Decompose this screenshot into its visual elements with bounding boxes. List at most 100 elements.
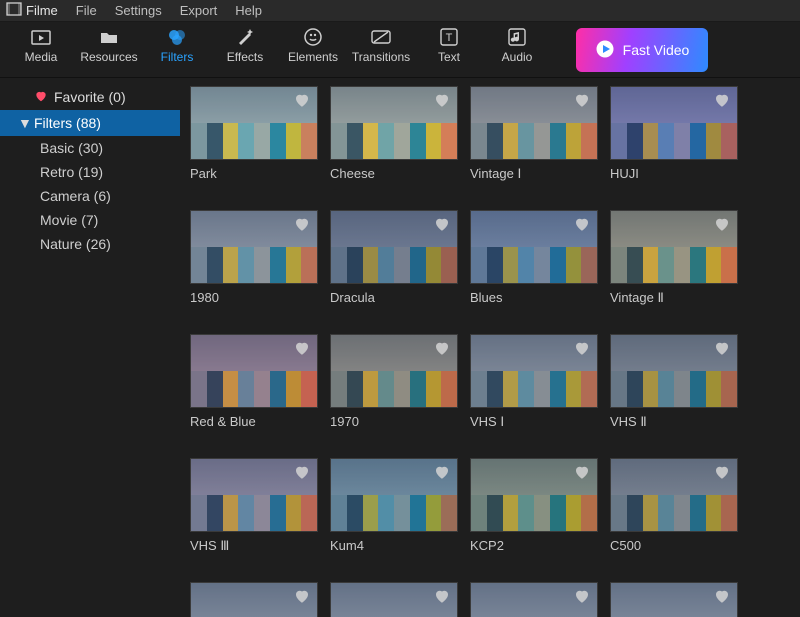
filter-label: Park <box>190 166 318 181</box>
filter-thumbnail[interactable] <box>190 86 318 160</box>
filter-item[interactable]: Park <box>190 86 318 182</box>
filter-label: HUJI <box>610 166 738 181</box>
text-icon: T <box>438 26 460 48</box>
filter-thumbnail[interactable] <box>610 334 738 408</box>
tab-effects-label: Effects <box>227 50 263 64</box>
filter-thumbnail[interactable] <box>470 458 598 532</box>
filter-thumbnail[interactable] <box>610 86 738 160</box>
tab-transitions[interactable]: Transitions <box>348 26 414 76</box>
favorite-heart-icon[interactable] <box>433 339 451 357</box>
filter-thumbnail[interactable] <box>470 582 598 617</box>
filter-thumbnail[interactable] <box>190 458 318 532</box>
filter-thumbnail[interactable] <box>330 458 458 532</box>
sidebar-sub-camera[interactable]: Camera (6) <box>0 184 180 208</box>
menu-file[interactable]: File <box>76 3 97 18</box>
favorite-heart-icon[interactable] <box>573 587 591 605</box>
sidebar-item-filters[interactable]: ▼ Filters (88) <box>0 110 180 136</box>
favorite-heart-icon[interactable] <box>433 91 451 109</box>
effects-icon <box>234 26 256 48</box>
filter-item[interactable]: VHS Ⅰ <box>470 334 598 430</box>
filter-thumbnail[interactable] <box>330 210 458 284</box>
filter-thumbnail[interactable] <box>470 210 598 284</box>
favorite-heart-icon[interactable] <box>293 463 311 481</box>
menu-help[interactable]: Help <box>235 3 262 18</box>
favorite-heart-icon[interactable] <box>573 91 591 109</box>
filter-item[interactable] <box>190 582 318 617</box>
tab-effects[interactable]: Effects <box>212 26 278 76</box>
tab-media[interactable]: Media <box>8 26 74 76</box>
favorite-heart-icon[interactable] <box>573 215 591 233</box>
favorite-heart-icon[interactable] <box>293 215 311 233</box>
tab-filters[interactable]: Filters <box>144 26 210 76</box>
favorite-heart-icon[interactable] <box>433 587 451 605</box>
filter-item[interactable]: Kum4 <box>330 458 458 554</box>
fast-video-label: Fast Video <box>623 42 690 58</box>
filter-item[interactable]: Dracula <box>330 210 458 306</box>
tab-text[interactable]: T Text <box>416 26 482 76</box>
app-brand: Filme <box>6 2 58 19</box>
filter-thumbnail[interactable] <box>190 210 318 284</box>
filter-item[interactable] <box>470 582 598 617</box>
filter-item[interactable] <box>330 582 458 617</box>
filter-item[interactable]: Vintage Ⅰ <box>470 86 598 182</box>
favorite-heart-icon[interactable] <box>713 463 731 481</box>
favorite-heart-icon[interactable] <box>433 463 451 481</box>
filter-thumbnail[interactable] <box>470 86 598 160</box>
favorite-heart-icon[interactable] <box>293 587 311 605</box>
sidebar-item-favorite[interactable]: Favorite (0) <box>0 84 180 110</box>
filter-item[interactable]: VHS Ⅲ <box>190 458 318 554</box>
filter-thumbnail[interactable] <box>470 334 598 408</box>
filter-item[interactable]: HUJI <box>610 86 738 182</box>
filter-label: VHS Ⅱ <box>610 414 738 430</box>
favorite-heart-icon[interactable] <box>713 91 731 109</box>
filter-label: Blues <box>470 290 598 305</box>
filter-item[interactable]: Cheese <box>330 86 458 182</box>
favorite-heart-icon[interactable] <box>293 91 311 109</box>
favorite-heart-icon[interactable] <box>433 215 451 233</box>
favorite-heart-icon[interactable] <box>713 587 731 605</box>
favorite-heart-icon[interactable] <box>573 339 591 357</box>
tab-elements-label: Elements <box>288 50 338 64</box>
filter-item[interactable]: 1970 <box>330 334 458 430</box>
filter-thumbnail[interactable] <box>610 582 738 617</box>
filter-item[interactable] <box>610 582 738 617</box>
sidebar-sub-movie[interactable]: Movie (7) <box>0 208 180 232</box>
elements-icon <box>302 26 324 48</box>
filter-thumbnail[interactable] <box>190 334 318 408</box>
filter-item[interactable]: KCP2 <box>470 458 598 554</box>
filter-label: Kum4 <box>330 538 458 553</box>
filter-thumbnail[interactable] <box>610 458 738 532</box>
filter-thumbnail[interactable] <box>330 334 458 408</box>
filter-item[interactable]: 1980 <box>190 210 318 306</box>
audio-icon <box>506 26 528 48</box>
sidebar-sub-basic[interactable]: Basic (30) <box>0 136 180 160</box>
favorite-heart-icon[interactable] <box>573 463 591 481</box>
filter-item[interactable]: Red & Blue <box>190 334 318 430</box>
app-name: Filme <box>26 3 58 18</box>
toolbar: Media Resources Filters Effects Elements… <box>0 22 800 78</box>
filter-item[interactable]: C500 <box>610 458 738 554</box>
sidebar-sub-nature[interactable]: Nature (26) <box>0 232 180 256</box>
tab-resources[interactable]: Resources <box>76 26 142 76</box>
tab-audio[interactable]: Audio <box>484 26 550 76</box>
filter-thumbnail[interactable] <box>330 582 458 617</box>
sidebar-filters-label: Filters (88) <box>34 115 101 131</box>
fast-video-button[interactable]: Fast Video <box>576 28 708 72</box>
filter-item[interactable]: Blues <box>470 210 598 306</box>
favorite-heart-icon[interactable] <box>293 339 311 357</box>
filter-item[interactable]: VHS Ⅱ <box>610 334 738 430</box>
filter-thumbnail[interactable] <box>330 86 458 160</box>
filters-grid-wrap: Park CheeseVintage Ⅰ HUJI 1980 Dracula Blues V… <box>180 78 800 617</box>
sidebar-sub-retro[interactable]: Retro (19) <box>0 160 180 184</box>
favorite-heart-icon[interactable] <box>713 215 731 233</box>
filter-label: Dracula <box>330 290 458 305</box>
favorite-heart-icon[interactable] <box>713 339 731 357</box>
menu-export[interactable]: Export <box>180 3 218 18</box>
tab-transitions-label: Transitions <box>352 50 410 64</box>
tab-elements[interactable]: Elements <box>280 26 346 76</box>
menu-settings[interactable]: Settings <box>115 3 162 18</box>
filter-thumbnail[interactable] <box>190 582 318 617</box>
titlebar: Filme File Settings Export Help <box>0 0 800 22</box>
filter-item[interactable]: Vintage Ⅱ <box>610 210 738 306</box>
filter-thumbnail[interactable] <box>610 210 738 284</box>
